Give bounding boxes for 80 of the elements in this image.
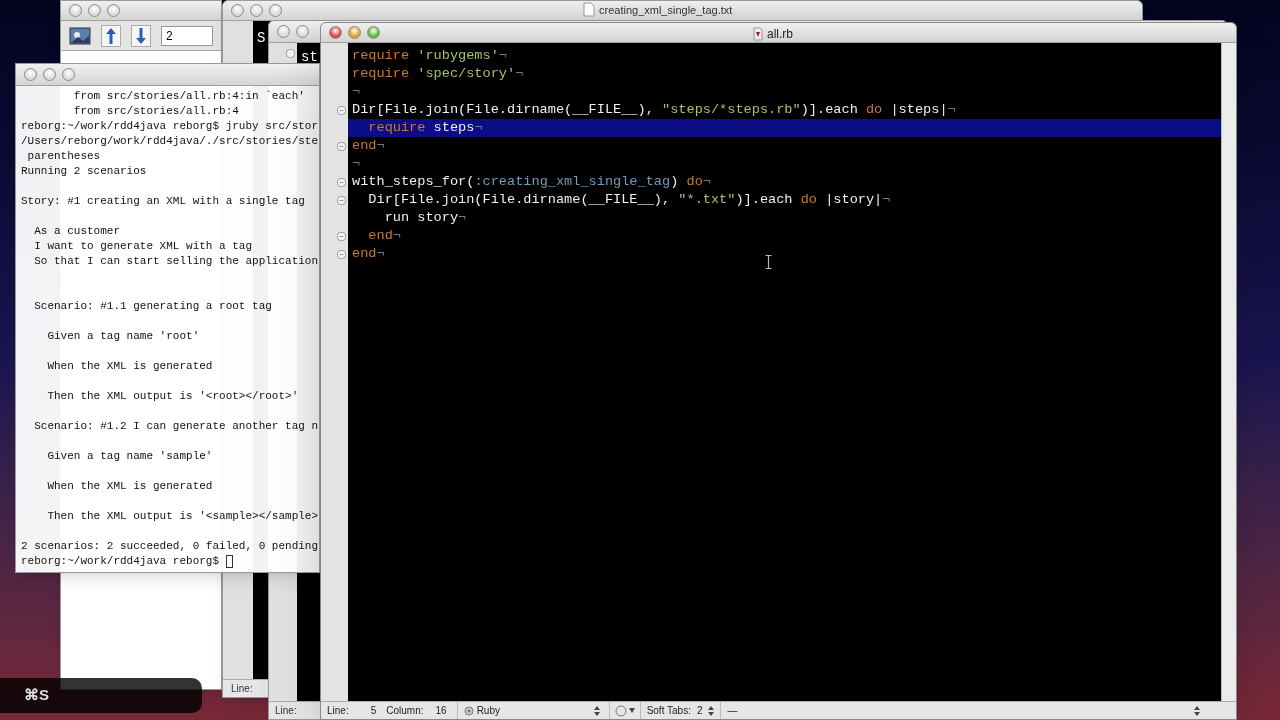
code-line: ¬: [352, 83, 361, 101]
terminal-line: When the XML is generated: [46, 359, 213, 374]
code-line: require 'rubygems'¬: [352, 47, 507, 65]
scrollbar-track[interactable]: [1221, 43, 1236, 701]
updown-arrows-icon[interactable]: [708, 705, 715, 716]
picture-icon[interactable]: [69, 26, 91, 45]
terminal-line: Story: #1 creating an XML with a single tag: [21, 194, 305, 209]
code-line: ¬: [352, 155, 361, 173]
terminal-line: As a customer: [33, 224, 121, 239]
code-line: Dir[File.join(File.dirname(__FILE__), "steps/*steps.rb")].each do |steps|¬: [352, 101, 956, 119]
code-line: end¬: [352, 137, 385, 155]
zoom-button[interactable]: [367, 26, 380, 39]
close-button[interactable]: [24, 68, 37, 81]
symbol-popup[interactable]: —: [720, 702, 1206, 719]
terminal-line: /Users/reborg/work/rdd4java/./src/stories/ste: [21, 134, 319, 149]
zoom-button[interactable]: [107, 4, 120, 17]
line-number: 5: [370, 704, 377, 718]
column-label: Column:: [386, 704, 424, 718]
gear-icon: [463, 705, 474, 716]
terminal-line: from src/stories/all.rb:4: [72, 104, 239, 119]
close-button[interactable]: [69, 4, 82, 17]
window-title: creating_xml_single_tag.txt: [599, 2, 733, 17]
code-line: Dir[File.join(File.dirname(__FILE__), "*.txt")].each do |story|¬: [367, 191, 891, 209]
updown-arrows-icon[interactable]: [593, 705, 600, 716]
terminal-line: So that I can start selling the application: [33, 254, 319, 269]
tab-size-popup[interactable]: Soft Tabs: 2: [639, 702, 721, 719]
code-text: S: [257, 30, 266, 46]
terminal-line: Then the XML output is '<root></root>': [46, 389, 299, 404]
page-field[interactable]: 2: [161, 25, 213, 46]
shortcut-text: ⌘S: [24, 685, 49, 706]
close-button[interactable]: [329, 26, 342, 39]
terminal-line: Scenario: #1.1 generating a root tag: [33, 299, 272, 314]
fold-marker-icon[interactable]: [337, 231, 346, 241]
fold-marker-icon[interactable]: [337, 195, 346, 205]
status-label: Line:: [275, 704, 297, 718]
terminal-line: Then the XML output is '<sample></sample>: [46, 509, 319, 524]
column-number: 16: [435, 704, 447, 718]
up-arrow-button[interactable]: [101, 24, 121, 47]
fold-marker-icon[interactable]: [337, 249, 346, 259]
updown-arrows-icon[interactable]: [1194, 705, 1200, 716]
circle-icon: [614, 704, 627, 717]
terminal-line: I want to generate XML with a tag: [33, 239, 253, 254]
code-line: require steps¬: [367, 119, 483, 137]
language-popup[interactable]: Ruby: [456, 702, 609, 719]
fold-marker-icon[interactable]: [337, 177, 346, 187]
terminal-line: When the XML is generated: [46, 479, 213, 494]
text-cursor: [225, 555, 233, 568]
down-arrow-button[interactable]: [131, 24, 151, 47]
terminal-line: 2 scenarios: 2 succeeded, 0 failed, 0 pending: [21, 539, 319, 554]
window-title: all.rb: [767, 26, 793, 43]
terminal-line: from src/stories/all.rb:4:in `each': [72, 89, 305, 104]
terminal-line: Given a tag name 'sample': [46, 449, 213, 464]
terminal-line: Scenario: #1.2 I can generate another tag n: [33, 419, 319, 434]
fold-marker-icon[interactable]: [337, 141, 346, 151]
minimize-button[interactable]: [250, 4, 263, 17]
code-line: run story¬: [383, 209, 467, 227]
zoom-button[interactable]: [269, 4, 282, 17]
minimize-button[interactable]: [296, 25, 309, 38]
minimize-button[interactable]: [43, 68, 56, 81]
ibeam-cursor-icon: [765, 255, 772, 269]
terminal-prompt: reborg:~/work/rdd4java reborg$: [21, 554, 221, 569]
code-line: require 'spec/story'¬: [352, 65, 524, 83]
minimize-button[interactable]: [348, 26, 361, 39]
terminal-line: reborg:~/work/rdd4java reborg$ jruby src/stor: [21, 119, 319, 134]
terminal-line: Given a tag name 'root': [46, 329, 200, 344]
status-label: Line:: [231, 682, 253, 696]
code-line: end¬: [352, 245, 385, 263]
line-label: Line:: [327, 704, 349, 718]
terminal-line: Running 2 scenarios: [21, 164, 147, 179]
terminal-line: parentheses: [26, 149, 101, 164]
fold-marker-icon[interactable]: [286, 49, 295, 58]
code-line: end¬: [367, 227, 401, 245]
fold-marker-icon[interactable]: [337, 105, 346, 115]
close-button[interactable]: [277, 25, 290, 38]
close-button[interactable]: [231, 4, 244, 17]
caret-icon: [628, 708, 635, 713]
code-line: with_steps_for(:creating_xml_single_tag) do¬: [352, 173, 711, 191]
zoom-button[interactable]: [62, 68, 75, 81]
minimize-button[interactable]: [88, 4, 101, 17]
code-text: st: [301, 49, 318, 65]
